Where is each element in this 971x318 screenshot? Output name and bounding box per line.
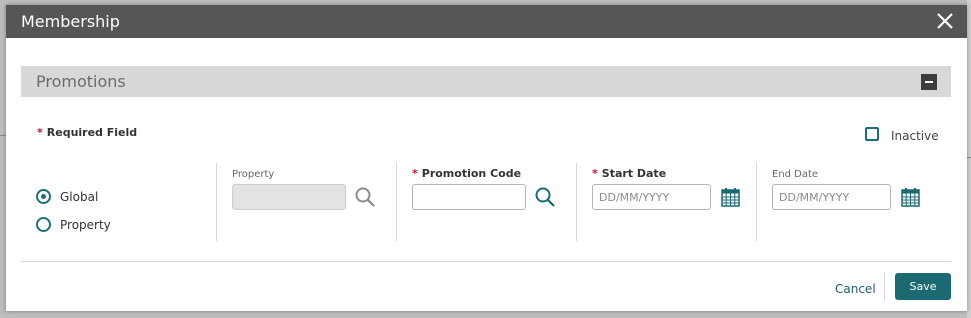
required-field-label: Required Field xyxy=(46,126,138,139)
dialog-title: Membership xyxy=(21,12,120,31)
promotions-section-header: Promotions xyxy=(21,66,951,97)
promotion-code-input[interactable] xyxy=(412,184,526,210)
collapse-minus-icon[interactable] xyxy=(921,74,937,90)
save-button[interactable]: Save xyxy=(895,273,951,300)
property-label: Property xyxy=(232,169,275,180)
required-field-note: * Required Field xyxy=(37,126,137,139)
dialog-titlebar: Membership xyxy=(6,5,967,38)
background-page-right xyxy=(967,0,971,318)
start-date-input[interactable] xyxy=(592,184,711,210)
end-date-calendar-icon[interactable] xyxy=(901,188,920,211)
column-divider xyxy=(396,163,397,241)
start-date-label: * Start Date xyxy=(592,167,666,180)
radio-global-label: Global xyxy=(60,190,99,204)
footer-separator xyxy=(884,272,885,300)
close-icon[interactable] xyxy=(935,11,955,31)
inactive-label: Inactive xyxy=(891,129,939,143)
required-star: * xyxy=(412,167,418,180)
property-input[interactable] xyxy=(232,184,346,210)
column-divider xyxy=(576,163,577,241)
footer-divider xyxy=(21,261,951,262)
end-date-input[interactable] xyxy=(772,184,891,210)
background-divider xyxy=(967,157,971,158)
column-divider xyxy=(216,163,217,241)
promotion-code-label: * Promotion Code xyxy=(412,167,521,180)
cancel-link[interactable]: Cancel xyxy=(835,282,876,296)
end-date-label: End Date xyxy=(772,169,819,180)
inactive-checkbox[interactable] xyxy=(865,127,879,141)
required-star: * xyxy=(592,167,598,180)
radio-property-label: Property xyxy=(60,218,111,232)
required-star: * xyxy=(37,126,43,139)
radio-property-indicator[interactable] xyxy=(36,217,51,232)
radio-global-indicator[interactable] xyxy=(36,189,51,204)
section-title: Promotions xyxy=(36,72,126,91)
property-search-icon[interactable] xyxy=(354,186,376,212)
promotion-code-label-text: Promotion Code xyxy=(421,167,522,180)
start-date-label-text: Start Date xyxy=(601,167,667,180)
start-date-calendar-icon[interactable] xyxy=(721,188,740,211)
column-divider xyxy=(756,163,757,241)
promotion-code-search-icon[interactable] xyxy=(534,186,556,212)
membership-dialog: Membership Promotions * Required Field In… xyxy=(6,5,967,311)
